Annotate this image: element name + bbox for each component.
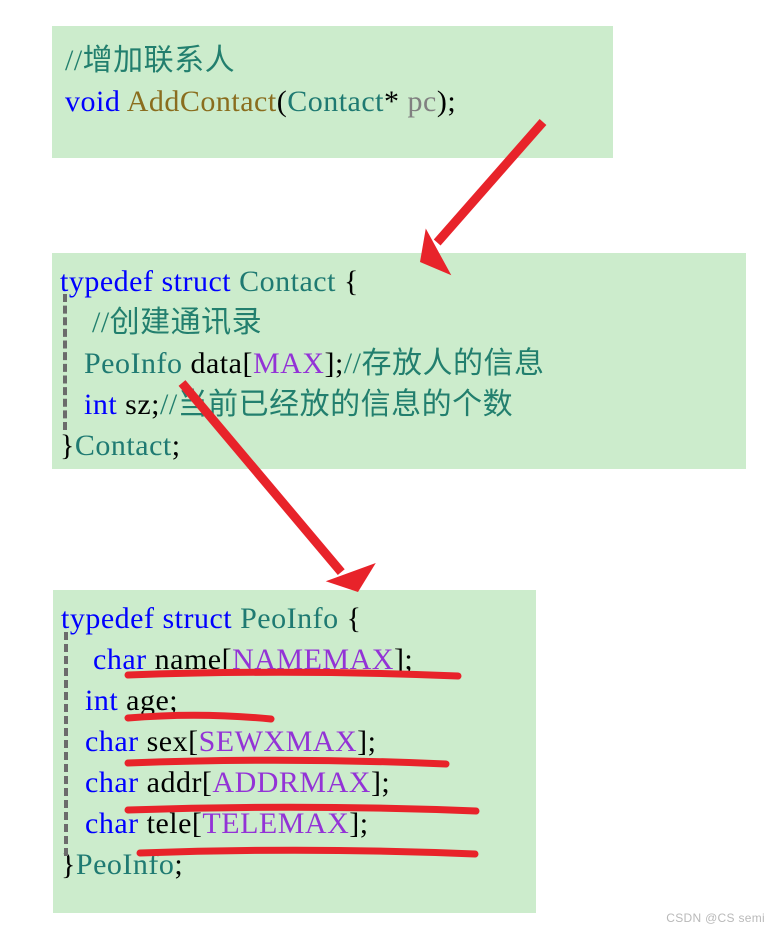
code-token-type: PeoInfo (84, 347, 183, 380)
code-token-macro: MAX (252, 347, 325, 380)
code-token-type: Contact (287, 85, 384, 118)
code-token-keyword: char (85, 725, 139, 758)
code-token-macro: NAMEMAX (232, 643, 394, 676)
code-token-macro: ADDRMAX (212, 766, 371, 799)
code-block-peoinfo-struct: typedef struct PeoInfo { char name[NAMEM… (53, 590, 536, 913)
code-token-comment: //当前已经放的信息的个数 (160, 388, 514, 421)
code-line: char tele[TELEMAX]; (61, 803, 536, 844)
code-token-plain: ]; (370, 766, 391, 799)
code-token-type: Contact (74, 429, 172, 462)
code-line: int age; (61, 680, 536, 721)
indent-guide-contact (63, 294, 67, 430)
code-token-plain: ); (436, 85, 457, 118)
code-line: int sz;//当前已经放的信息的个数 (60, 384, 746, 425)
code-token-type: PeoInfo (75, 848, 175, 881)
code-token-plain: * (384, 85, 408, 118)
code-token-keyword: char (85, 807, 139, 840)
code-line: typedef struct PeoInfo { (61, 598, 536, 639)
code-token-func: AddContact (126, 85, 277, 118)
screenshot-canvas: //增加联系人 void AddContact(Contact* pc); typ… (0, 0, 773, 933)
code-line: typedef struct Contact { (60, 261, 746, 302)
code-token-keyword: typedef (60, 265, 154, 298)
code-line: //增加联系人 (65, 40, 613, 81)
code-token-keyword: struct (161, 265, 232, 298)
code-token-plain: ; (171, 429, 181, 462)
code-block-contact-struct: typedef struct Contact { //创建通讯录 PeoInfo… (52, 253, 746, 469)
code-token-comment: //存放人的信息 (343, 347, 545, 380)
code-token-plain: sz; (117, 388, 160, 421)
code-line: }PeoInfo; (61, 844, 536, 885)
code-token-type: PeoInfo (240, 602, 339, 635)
code-token-plain: ]; (324, 347, 344, 380)
arrow-head (325, 563, 376, 592)
code-token-macro: TELEMAX (202, 807, 350, 840)
code-token-plain: { (335, 265, 359, 298)
code-token-plain: ]; (357, 725, 377, 758)
code-token-plain: ; (174, 848, 184, 881)
code-token-keyword: struct (162, 602, 233, 635)
code-token-plain: ]; (393, 643, 414, 676)
code-token-keyword: int (85, 684, 119, 717)
code-token-plain: ( (276, 85, 288, 118)
code-token-plain: { (338, 602, 362, 635)
code-line: char addr[ADDRMAX]; (61, 762, 536, 803)
code-token-keyword: int (84, 388, 118, 421)
code-line: }Contact; (60, 425, 746, 466)
code-token-plain: addr[ (138, 766, 213, 799)
code-token-plain: ]; (349, 807, 369, 840)
code-token-plain: tele[ (138, 807, 203, 840)
code-token-comment: //创建通讯录 (92, 306, 263, 339)
code-token-plain: } (60, 429, 75, 462)
code-token-plain: age; (118, 684, 179, 717)
csdn-watermark: CSDN @CS semi (666, 911, 765, 925)
code-line: char name[NAMEMAX]; (61, 639, 536, 680)
code-token-macro: SEWXMAX (198, 725, 358, 758)
code-token-plain: name[ (146, 643, 233, 676)
code-token-plain: sex[ (138, 725, 199, 758)
code-token-var: pc (407, 85, 437, 118)
code-block-add-contact: //增加联系人 void AddContact(Contact* pc); (52, 26, 613, 158)
indent-guide-peoinfo (64, 632, 68, 856)
code-token-keyword: typedef (61, 602, 155, 635)
code-line: char sex[SEWXMAX]; (61, 721, 536, 762)
code-token-keyword: char (93, 643, 147, 676)
code-line: void AddContact(Contact* pc); (65, 81, 613, 122)
code-token-plain: data[ (182, 347, 253, 380)
code-line: //创建通讯录 (60, 302, 746, 343)
code-line: PeoInfo data[MAX];//存放人的信息 (60, 343, 746, 384)
code-token-comment: //增加联系人 (65, 44, 236, 77)
code-token-type: Contact (239, 265, 336, 298)
code-token-keyword: void (65, 85, 121, 118)
code-token-keyword: char (85, 766, 139, 799)
